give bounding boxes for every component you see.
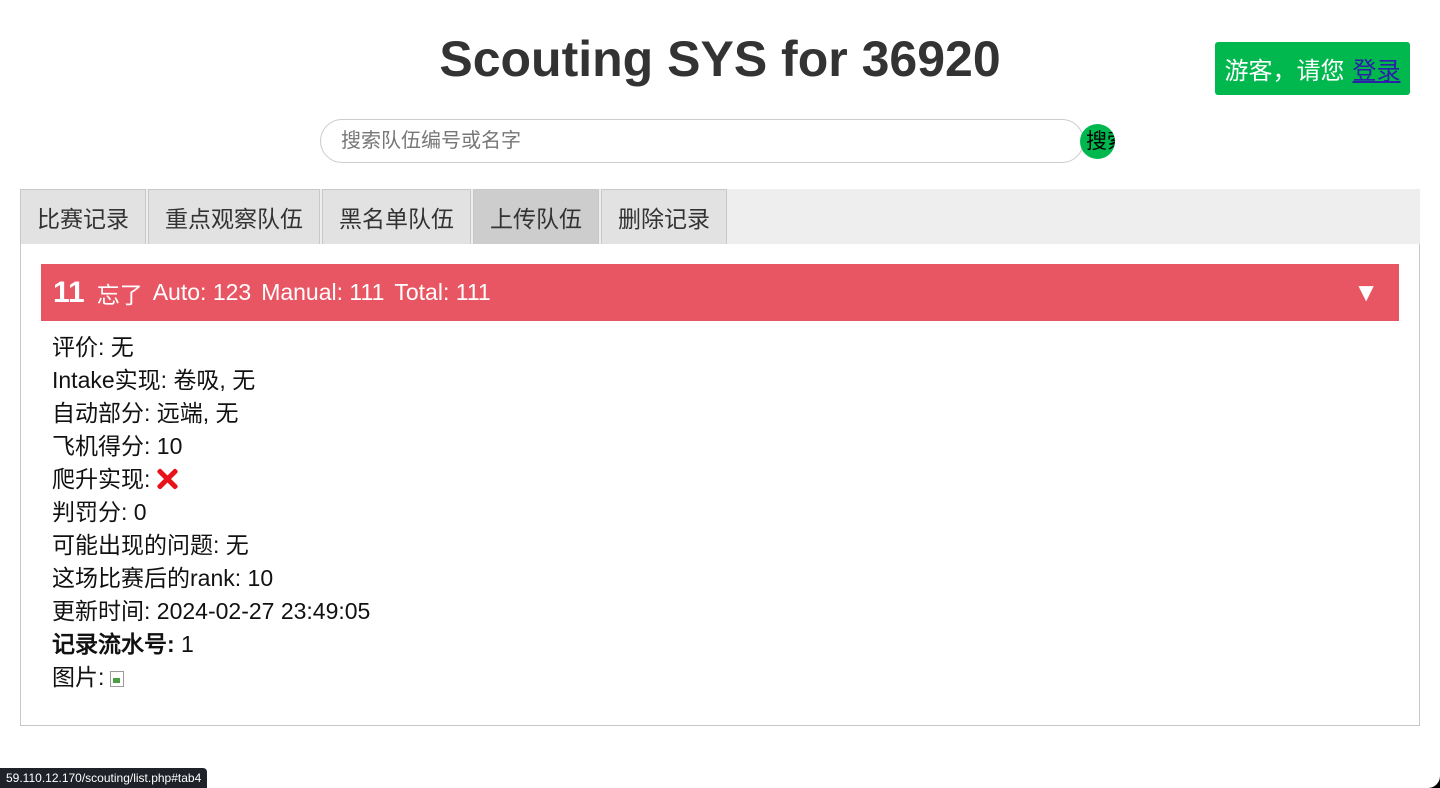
window-corner: [1428, 776, 1440, 788]
status-bar-url: 59.110.12.170/scouting/list.php#tab4: [0, 768, 208, 788]
tab-label: 删除记录: [618, 206, 710, 232]
tab-upload-teams[interactable]: 上传队伍: [473, 189, 599, 244]
guest-text: 游客，请您: [1224, 58, 1345, 85]
search-input[interactable]: [320, 119, 1084, 163]
auto-score: Auto: 123: [152, 279, 252, 305]
image-label: 图片:: [52, 664, 105, 690]
serial-row: 记录流水号: 1: [52, 628, 370, 661]
broken-image-icon: [110, 671, 125, 687]
tab-content-panel: 11 忘了 Auto: 123 Manual: 111 Total: 111 ▼…: [20, 244, 1420, 726]
record-details: 评价: 无 Intake实现: 卷吸, 无 自动部分: 远端, 无 飞机得分: …: [52, 331, 370, 694]
serial-label: 记录流水号:: [52, 631, 175, 657]
serial-value: 1: [174, 631, 194, 657]
tab-match-records[interactable]: 比赛记录: [20, 189, 146, 244]
issues-row: 可能出现的问题: 无: [52, 532, 249, 558]
tab-label: 重点观察队伍: [165, 206, 303, 232]
search-button[interactable]: 搜索: [1080, 124, 1115, 159]
guest-login-box: 游客，请您 登录: [1215, 42, 1410, 95]
tab-label: 比赛记录: [37, 206, 129, 232]
rating-row: 评价: 无: [52, 334, 134, 360]
chevron-down-icon[interactable]: ▼: [1353, 277, 1379, 308]
penalty-row: 判罚分: 0: [52, 499, 147, 525]
total-score: Total: 111: [394, 279, 491, 305]
tab-label: 上传队伍: [490, 206, 582, 232]
team-name: 忘了: [96, 281, 143, 308]
tab-bar: 比赛记录 重点观察队伍 黑名单队伍 上传队伍 删除记录: [20, 189, 1420, 244]
image-row: 图片:: [52, 661, 370, 694]
plane-score-row: 飞机得分: 10: [52, 433, 183, 459]
tab-watch-teams[interactable]: 重点观察队伍: [148, 189, 320, 244]
tab-delete-records[interactable]: 删除记录: [601, 189, 727, 244]
team-number: 11: [53, 275, 85, 309]
updated-time-row: 更新时间: 2024-02-27 23:49:05: [52, 598, 371, 624]
auto-part-row: 自动部分: 远端, 无: [52, 400, 239, 426]
climb-label: 爬升实现:: [52, 466, 151, 492]
intake-row: Intake实现: 卷吸, 无: [52, 367, 256, 393]
tab-blacklist-teams[interactable]: 黑名单队伍: [322, 189, 471, 244]
cross-icon: [156, 468, 178, 490]
tab-label: 黑名单队伍: [339, 206, 454, 232]
record-header[interactable]: 11 忘了 Auto: 123 Manual: 111 Total: 111 ▼: [41, 264, 1399, 321]
login-link[interactable]: 登录: [1353, 51, 1401, 86]
climb-row: 爬升实现:: [52, 463, 370, 496]
rank-row: 这场比赛后的rank: 10: [52, 565, 274, 591]
manual-score: Manual: 111: [261, 279, 385, 305]
